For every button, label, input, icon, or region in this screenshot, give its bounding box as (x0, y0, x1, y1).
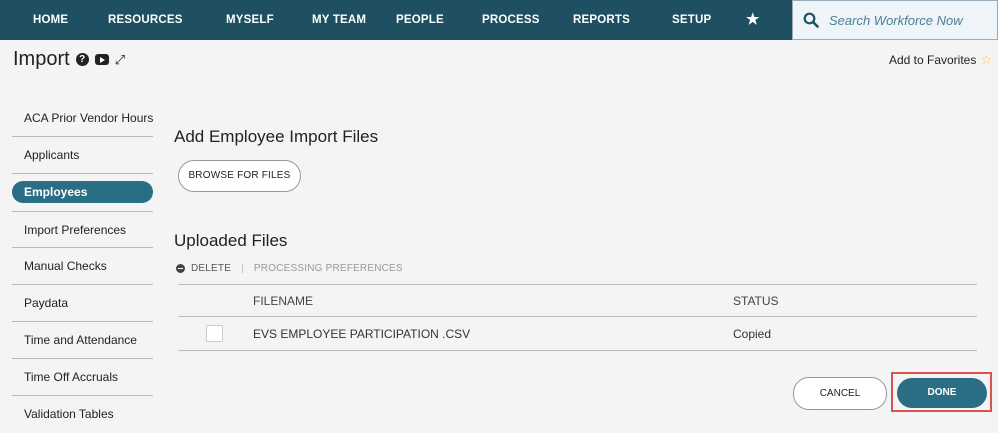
search-input[interactable] (827, 11, 991, 29)
nav-reports[interactable]: REPORTS (573, 0, 630, 40)
browse-for-files-button[interactable]: BROWSE FOR FILES (178, 160, 301, 192)
status-cell: Copied (732, 316, 977, 351)
select-cell (178, 316, 252, 351)
done-button[interactable]: DONE (897, 378, 987, 408)
cancel-button[interactable]: CANCEL (793, 377, 887, 410)
sidebar-item-paydata[interactable]: Paydata (12, 285, 153, 322)
separator: | (241, 263, 244, 274)
nav-myself[interactable]: MYSELF (226, 0, 274, 40)
video-icon[interactable] (94, 54, 109, 65)
expand-icon[interactable]: ⤢ (115, 52, 125, 68)
favorites-label: Add to Favorites (888, 53, 977, 67)
page-title: Import (13, 48, 70, 70)
nav-home[interactable]: HOME (33, 0, 68, 40)
top-navigation: HOME RESOURCES MYSELF MY TEAM PEOPLE PRO… (0, 0, 998, 40)
filename-column-header: FILENAME (252, 284, 732, 317)
star-icon[interactable]: ★ (746, 0, 760, 40)
uploaded-files-table: FILENAME STATUS EVS EMPLOYEE PARTICIPATI… (178, 284, 977, 351)
nav-process[interactable]: PROCESS (482, 0, 540, 40)
search-icon[interactable] (803, 12, 819, 28)
select-column-header (178, 284, 252, 317)
sidebar-item-time-and-attendance[interactable]: Time and Attendance (12, 322, 153, 359)
nav-people[interactable]: PEOPLE (396, 0, 444, 40)
table-header-row: FILENAME STATUS (178, 284, 977, 317)
file-actions: DELETE | PROCESSING PREFERENCES (176, 263, 403, 274)
sidebar-item-employees[interactable]: Employees (12, 181, 153, 203)
sidebar-item-applicants[interactable]: Applicants (12, 137, 153, 174)
help-icon[interactable]: ? (75, 53, 89, 66)
sidebar-item-import-preferences[interactable]: Import Preferences (12, 211, 153, 248)
star-outline-icon: ☆ (980, 52, 992, 67)
nav-setup[interactable]: SETUP (672, 0, 711, 40)
status-column-header: STATUS (732, 284, 977, 317)
sidebar-item-manual-checks[interactable]: Manual Checks (12, 248, 153, 285)
nav-my-team[interactable]: MY TEAM (312, 0, 366, 40)
sidebar-item-validation-tables[interactable]: Validation Tables (12, 396, 153, 433)
sidebar-item-aca-prior-vendor-hours[interactable]: ACA Prior Vendor Hours (12, 100, 153, 137)
sidebar-item-time-off-accruals[interactable]: Time Off Accruals (12, 359, 153, 396)
table-row: EVS EMPLOYEE PARTICIPATION .CSV Copied (178, 316, 977, 351)
page-header: Import ? ⤢ (13, 48, 125, 71)
search-box (792, 0, 998, 40)
minus-circle-icon (176, 264, 185, 273)
delete-button[interactable]: DELETE (191, 263, 231, 274)
sidebar: ACA Prior Vendor Hours Applicants Employ… (12, 100, 153, 433)
uploaded-files-title: Uploaded Files (174, 231, 288, 250)
filename-cell: EVS EMPLOYEE PARTICIPATION .CSV (252, 316, 732, 351)
add-to-favorites[interactable]: Add to Favorites ☆ (889, 52, 992, 68)
row-checkbox[interactable] (206, 325, 223, 342)
processing-preferences-link[interactable]: PROCESSING PREFERENCES (254, 263, 403, 274)
add-files-title: Add Employee Import Files (174, 127, 379, 146)
nav-resources[interactable]: RESOURCES (108, 0, 183, 40)
